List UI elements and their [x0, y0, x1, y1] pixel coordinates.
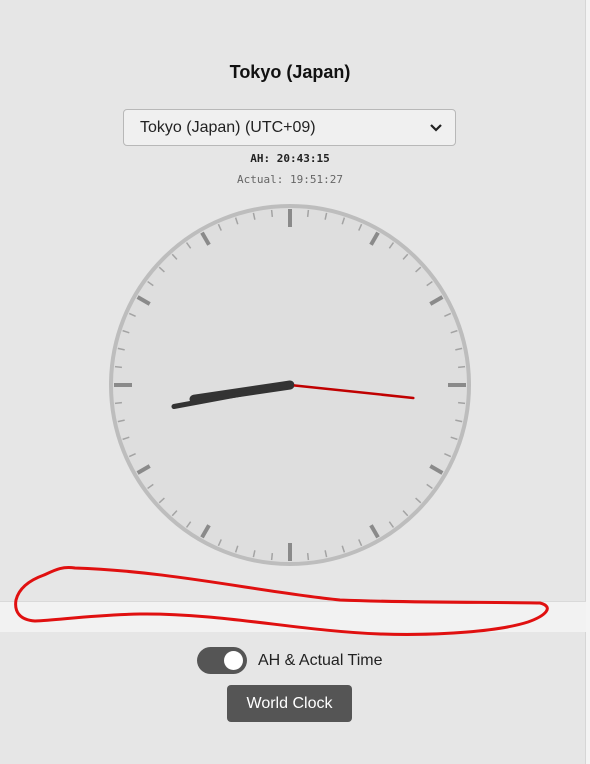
toggle-knob [224, 651, 243, 670]
toggle-label: AH & Actual Time [258, 651, 383, 669]
clock-center [286, 381, 294, 389]
clock-tick-minor [457, 401, 466, 405]
city-title: Tokyo (Japan) [229, 62, 351, 82]
clock-tick-minor [306, 209, 310, 218]
section-divider [0, 601, 586, 632]
timezone-select-value: Tokyo (Japan) (UTC+09) [140, 118, 316, 136]
clock-tick-minor [114, 401, 123, 405]
analog-clock [109, 204, 471, 566]
timezone-select[interactable]: Tokyo (Japan) (UTC+09) [123, 109, 456, 146]
actual-time-readout: Actual: 19:51:27 [237, 173, 343, 186]
clock-tick-minor [270, 209, 274, 218]
ah-actual-toggle-row: AH & Actual Time [197, 647, 383, 674]
ah-time-readout: AH: 20:43:15 [250, 152, 330, 165]
scrollbar-track[interactable] [585, 0, 590, 764]
chevron-down-icon [430, 123, 442, 132]
world-clock-button[interactable]: World Clock [227, 685, 352, 722]
clock-tick-minor [306, 552, 310, 561]
clock-tick-minor [114, 365, 123, 369]
ah-actual-toggle[interactable] [197, 647, 247, 674]
clock-tick-minor [270, 552, 274, 561]
clock-tick-minor [457, 365, 466, 369]
